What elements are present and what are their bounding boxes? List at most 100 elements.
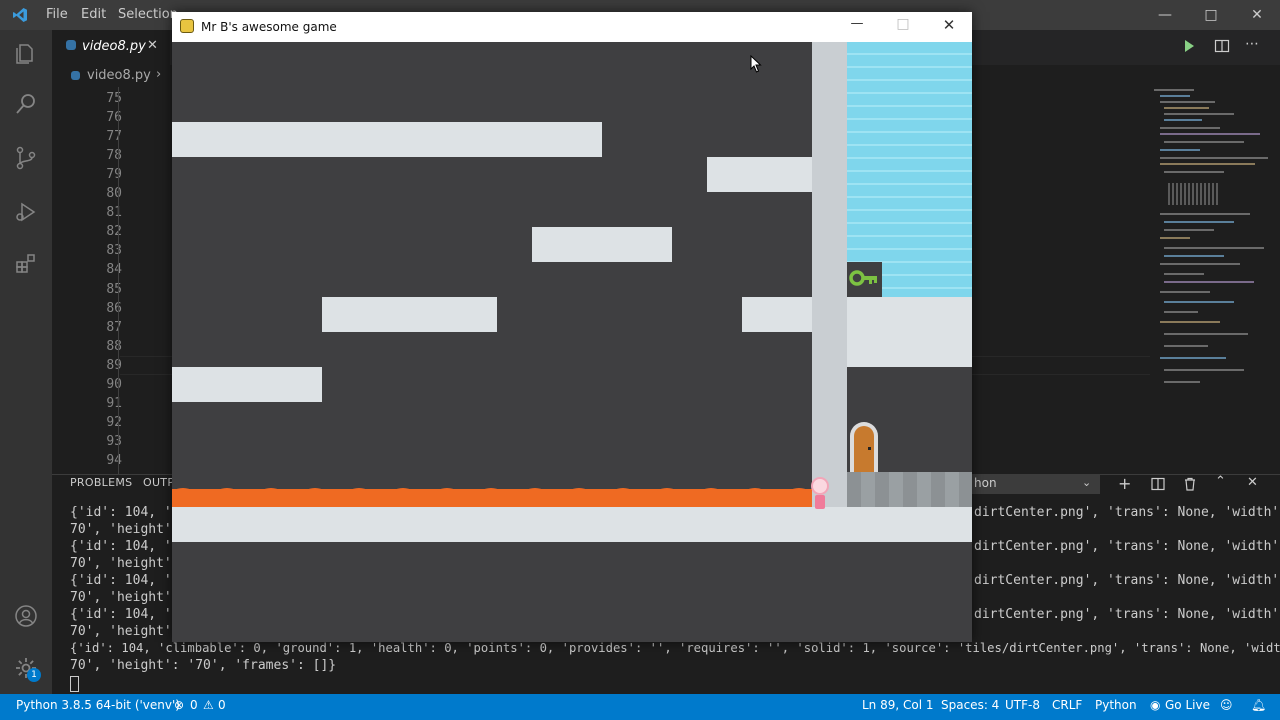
- lava: [172, 488, 812, 507]
- status-bar: Python 3.8.5 64-bit ('venv') ⊗ 0 ⚠ 0 Ln …: [0, 694, 1280, 720]
- key-tile: [847, 262, 882, 297]
- game-minimize-icon[interactable]: —: [842, 16, 872, 38]
- split-terminal-icon[interactable]: [1151, 476, 1165, 495]
- player-body: [815, 495, 825, 509]
- terminal-line: dirtCenter.png', 'trans': None, 'width':…: [974, 505, 1280, 520]
- account-icon[interactable]: [0, 592, 52, 640]
- run-file-icon[interactable]: [1181, 38, 1197, 58]
- key-icon: [849, 270, 877, 286]
- line-number: 92: [106, 414, 122, 430]
- game-titlebar[interactable]: Mr B's awesome game — □ ✕: [172, 12, 972, 42]
- tab-close-icon[interactable]: ✕: [147, 38, 158, 53]
- menu-file[interactable]: File: [46, 0, 68, 30]
- menu-edit[interactable]: Edit: [81, 0, 106, 30]
- minimap[interactable]: [1150, 87, 1270, 397]
- terminal-line: {'id': 104, 'cl: [70, 505, 188, 520]
- python-file-icon: [66, 40, 76, 50]
- go-live-button[interactable]: Go Live: [1165, 694, 1210, 716]
- line-number: 82: [106, 224, 122, 240]
- warning-count[interactable]: 0: [218, 694, 226, 716]
- water: [847, 42, 972, 297]
- game-maximize-icon[interactable]: □: [888, 16, 918, 38]
- bell-icon[interactable]: 🔔︎: [1251, 694, 1266, 716]
- source-control-icon[interactable]: [0, 134, 52, 182]
- ladder-column: [812, 42, 847, 507]
- game-close-icon[interactable]: ✕: [934, 16, 964, 38]
- explorer-icon[interactable]: [0, 30, 52, 78]
- platform: [707, 157, 812, 192]
- game-window[interactable]: Mr B's awesome game — □ ✕: [172, 12, 972, 642]
- line-number: 89: [106, 357, 122, 373]
- line-number: 75: [106, 91, 122, 106]
- manage-gear-icon[interactable]: [0, 644, 52, 692]
- line-number: 93: [106, 433, 122, 449]
- trash-icon[interactable]: [1183, 476, 1197, 495]
- door: [847, 417, 882, 472]
- line-number: 88: [106, 338, 122, 354]
- menu-selection[interactable]: Selection: [118, 0, 178, 30]
- vscode-logo-icon: [12, 7, 28, 27]
- line-number: 91: [106, 395, 122, 411]
- python-interpreter[interactable]: Python 3.8.5 64-bit ('venv'): [16, 694, 180, 716]
- terminal-line: 70', 'height':: [70, 556, 180, 571]
- maximize-icon[interactable]: □: [1188, 0, 1234, 30]
- terminal-line: {'id': 104, 'cl: [70, 573, 188, 588]
- platform: [172, 122, 602, 157]
- terminal-line: dirtCenter.png', 'trans': None, 'width':…: [974, 539, 1280, 554]
- player-character: [811, 477, 829, 495]
- platform: [172, 367, 322, 402]
- line-number: 86: [106, 300, 122, 316]
- tab-problems[interactable]: PROBLEMS: [70, 476, 132, 494]
- new-terminal-icon[interactable]: +: [1118, 474, 1131, 493]
- pygame-icon: [180, 19, 194, 33]
- mouse-pointer-icon: [750, 54, 762, 77]
- breadcrumb-file[interactable]: video8.py: [87, 68, 151, 83]
- feedback-icon[interactable]: ☺: [1220, 694, 1233, 716]
- game-canvas[interactable]: [172, 42, 972, 642]
- line-number: 76: [106, 110, 122, 126]
- notification-badge: 1: [27, 668, 41, 682]
- line-number: 78: [106, 148, 122, 164]
- split-editor-icon[interactable]: [1214, 38, 1230, 58]
- line-number: 80: [106, 186, 122, 202]
- line-number: 81: [106, 205, 122, 221]
- terminal-line: {'id': 104, 'cl: [70, 607, 188, 622]
- line-number-gutter: 75 76 77 78 79 80 81 82 83 84 85 86 87 88 89 90 91 92 93 94: [52, 87, 122, 475]
- terminal-line: {'id': 104, 'cl: [70, 539, 188, 554]
- error-icon: ⊗: [174, 698, 185, 712]
- line-number: 77: [106, 129, 122, 145]
- indent-guide: [118, 87, 119, 475]
- indentation[interactable]: Spaces: 4: [941, 694, 999, 716]
- terminal-line: 70', 'height':: [70, 624, 180, 639]
- terminal-selector[interactable]: hon ⌄: [972, 474, 1100, 494]
- game-window-title: Mr B's awesome game: [201, 20, 337, 34]
- tab-output[interactable]: OUTP: [143, 476, 174, 494]
- python-file-icon: [71, 71, 80, 80]
- line-ending[interactable]: CRLF: [1052, 694, 1082, 716]
- activity-bar: 1: [0, 30, 52, 694]
- maximize-panel-icon[interactable]: ⌃: [1215, 474, 1226, 489]
- wall-block: [847, 297, 972, 367]
- ground-floor: [172, 507, 972, 542]
- error-count[interactable]: 0: [190, 694, 198, 716]
- more-actions-icon[interactable]: ⋯: [1245, 36, 1259, 52]
- search-icon[interactable]: [0, 80, 52, 128]
- broadcast-icon: ◉: [1150, 698, 1161, 712]
- chevron-right-icon: ›: [156, 67, 162, 82]
- close-icon[interactable]: ✕: [1234, 0, 1280, 30]
- run-debug-icon[interactable]: [0, 188, 52, 236]
- terminal-line: {'id': 104, 'climbable': 0, 'ground': 1,…: [70, 641, 1280, 655]
- language-mode[interactable]: Python: [1095, 694, 1137, 716]
- extensions-icon[interactable]: [0, 240, 52, 288]
- cursor-position[interactable]: Ln 89, Col 1: [862, 694, 934, 716]
- encoding[interactable]: UTF-8: [1005, 694, 1040, 716]
- line-number: 87: [106, 319, 122, 335]
- line-number: 83: [106, 243, 122, 259]
- platform: [322, 297, 497, 332]
- minimize-icon[interactable]: —: [1142, 0, 1188, 30]
- stone-ledge: [847, 472, 972, 507]
- terminal-line: dirtCenter.png', 'trans': None, 'width':…: [974, 607, 1280, 622]
- terminal-selector-value: hon: [974, 476, 997, 490]
- tab-video8[interactable]: video8.py ✕: [52, 30, 170, 65]
- close-panel-icon[interactable]: ✕: [1247, 475, 1258, 490]
